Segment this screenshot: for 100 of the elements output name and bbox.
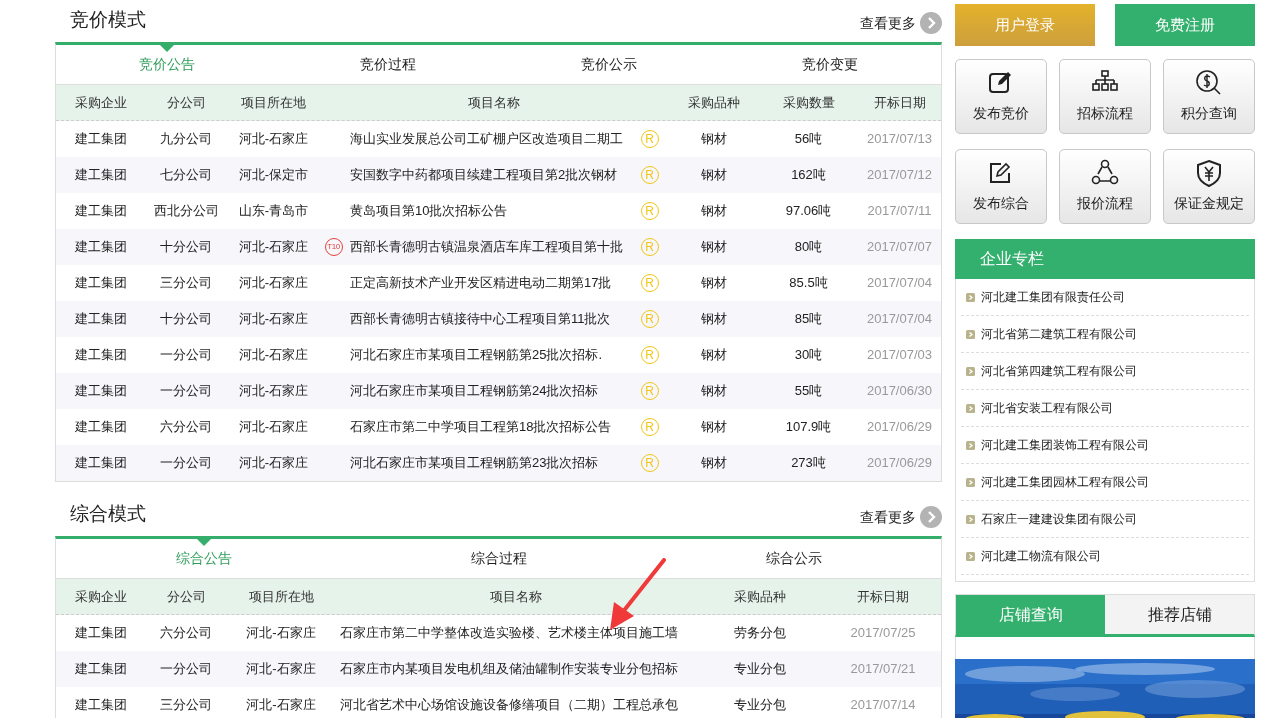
table-cell-text: 85.5吨 xyxy=(788,274,829,293)
table-cell-text: 一分公司 xyxy=(159,454,213,473)
table-cell-text: 30吨 xyxy=(793,346,824,365)
shield-yen-icon xyxy=(1195,159,1223,187)
table-cell-text: 建工集团 xyxy=(74,202,128,221)
bullet-icon xyxy=(966,329,975,339)
table-cell-text: 劳务分包 xyxy=(732,624,787,643)
table-cell-text: 河北-石家庄 xyxy=(237,238,310,257)
table-cell-text: 一分公司 xyxy=(159,382,213,401)
table-cell-text: 钢材 xyxy=(699,346,728,365)
view-more-link[interactable]: 查看更多 xyxy=(860,506,942,528)
table-cell-text: 河北-石家庄 xyxy=(237,418,310,437)
table-cell-text: 河北-石家庄 xyxy=(237,382,310,401)
table-cell-text: 一分公司 xyxy=(159,660,213,679)
project-name-link[interactable]: 安国数字中药都项目续建工程项目第2批次钢材 xyxy=(346,165,633,185)
table-cell-text: 河北-石家庄 xyxy=(237,454,310,473)
table-cell-text: 九分公司 xyxy=(159,130,213,149)
project-name-link[interactable]: 河北石家庄市某项目工程钢筋第23批次招标 xyxy=(346,453,633,473)
column-header: 项目所在地 xyxy=(247,587,315,606)
table-cell-text: 建工集团 xyxy=(74,382,128,401)
project-name-link[interactable]: 海山实业发展总公司工矿棚户区改造项目二期工 xyxy=(346,129,633,149)
project-name-link[interactable]: 黄岛项目第10批次招标公告 xyxy=(346,201,633,221)
tab[interactable]: 竞价变更 xyxy=(719,45,941,84)
project-name-link[interactable]: 西部长青德明古镇温泉酒店车库工程项目第十批 xyxy=(346,237,633,257)
table-cell-text: 56吨 xyxy=(793,130,824,149)
quick-link-tile[interactable]: 发布综合 xyxy=(955,149,1047,224)
tab[interactable]: 综合过程 xyxy=(351,539,646,578)
project-name-link[interactable]: 西部长青德明古镇接待中心工程项目第11批次 xyxy=(346,309,633,329)
table-cell-text: 80吨 xyxy=(793,238,824,257)
table-cell-text: 建工集团 xyxy=(74,454,128,473)
tab[interactable]: 竞价公告 xyxy=(56,45,278,84)
table-cell-text: 钢材 xyxy=(699,310,728,329)
project-name-link[interactable]: 正定高新技术产业开发区精进电动二期第17批 xyxy=(346,273,633,293)
table-cell-text: 2017/07/03 xyxy=(865,346,934,365)
tab[interactable]: 推荐店铺 xyxy=(1105,595,1254,634)
project-name-link[interactable]: 石家庄市内某项目发电机组及储油罐制作安装专业分包招标 xyxy=(336,659,696,679)
tab[interactable]: 竞价公示 xyxy=(498,45,720,84)
table-cell-text: 河北-石家庄 xyxy=(237,310,310,329)
project-name-link[interactable]: 石家庄市第二中学整体改造实验楼、艺术楼主体项目施工墙 xyxy=(336,623,696,643)
table-cell-text: 西北分公司 xyxy=(152,202,220,221)
company-link[interactable]: 石家庄一建建设集团有限公司 xyxy=(961,501,1249,538)
company-link[interactable]: 河北建工物流有限公司 xyxy=(961,538,1249,575)
table-cell-text: 建工集团 xyxy=(74,660,128,679)
view-more-link[interactable]: 查看更多 xyxy=(860,12,942,34)
table-cell-text: 162吨 xyxy=(790,166,827,185)
tab[interactable]: 竞价过程 xyxy=(277,45,499,84)
table-cell-text: 河北-石家庄 xyxy=(245,696,317,715)
table-cell-text: 三分公司 xyxy=(159,696,213,715)
column-header: 采购品种 xyxy=(732,587,787,606)
table-cell-text: 河北-石家庄 xyxy=(245,660,317,679)
quick-link-tile[interactable]: 发布竞价 xyxy=(955,59,1047,134)
quick-link-tile[interactable]: 招标流程 xyxy=(1059,59,1151,134)
table-cell-text: 2017/07/11 xyxy=(866,202,933,221)
quick-link-tile[interactable]: 保证金规定 xyxy=(1163,149,1255,224)
project-name-link[interactable]: 河北石家庄市某项目工程钢筋第25批次招标. xyxy=(346,345,633,365)
tab[interactable]: 综合公示 xyxy=(646,539,941,578)
table-cell-text: 河北-石家庄 xyxy=(237,274,310,293)
dollar-search-icon xyxy=(1195,69,1223,97)
table-cell-text: 2017/07/25 xyxy=(849,624,917,643)
column-header: 分公司 xyxy=(165,93,207,112)
table-cell-text: 河北-石家庄 xyxy=(237,130,310,149)
column-header: 采购企业 xyxy=(74,587,128,606)
table-cell-text: 六分公司 xyxy=(159,624,213,643)
column-header: 项目所在地 xyxy=(240,93,307,112)
section-title: 竞价模式 xyxy=(69,7,146,32)
table-cell-text: 97.06吨 xyxy=(784,202,833,221)
project-name-link[interactable]: 河北石家庄市某项目工程钢筋第24批次招标 xyxy=(346,381,633,401)
table-cell-text: 建工集团 xyxy=(74,310,128,329)
table-cell-text: 2017/07/04 xyxy=(865,310,934,329)
table-cell-text: 专业分包 xyxy=(732,696,787,715)
quick-link-tile[interactable]: 报价流程 xyxy=(1059,149,1151,224)
table-cell-text: 钢材 xyxy=(699,166,728,185)
bullet-icon xyxy=(966,292,975,302)
company-link[interactable]: 河北建工集团有限责任公司 xyxy=(961,279,1249,316)
company-link[interactable]: 河北建工集团园林工程有限公司 xyxy=(961,464,1249,501)
table-cell-text: 十分公司 xyxy=(159,238,213,257)
chevron-right-icon xyxy=(920,12,942,34)
column-header: 分公司 xyxy=(165,587,207,606)
quick-link-tile[interactable]: 积分查询 xyxy=(1163,59,1255,134)
table-cell-text: 河北-石家庄 xyxy=(245,624,317,643)
table-cell-text: 钢材 xyxy=(699,454,728,473)
table-cell-text: 钢材 xyxy=(699,238,728,257)
project-name-link[interactable]: 河北省艺术中心场馆设施设备修缮项目（二期）工程总承包 xyxy=(336,695,696,715)
table-cell-text: 钢材 xyxy=(699,130,728,149)
column-header: 项目名称 xyxy=(489,587,543,606)
table-cell-text: 85吨 xyxy=(793,310,824,329)
table-cell-text: 107.9吨 xyxy=(784,418,833,437)
table-cell-text: 河北-保定市 xyxy=(237,166,310,185)
company-link[interactable]: 河北省第四建筑工程有限公司 xyxy=(961,353,1249,390)
table-cell-text: 建工集团 xyxy=(74,346,128,365)
project-name-link[interactable]: 石家庄市第二中学项目工程第18批次招标公告 xyxy=(346,417,633,437)
tab[interactable]: 综合公告 xyxy=(56,539,351,578)
company-link[interactable]: 河北省第二建筑工程有限公司 xyxy=(961,316,1249,353)
bullet-icon xyxy=(966,403,975,413)
company-link[interactable]: 河北建工集团装饰工程有限公司 xyxy=(961,427,1249,464)
table-cell-text: 273吨 xyxy=(790,454,827,473)
table-cell-text: 建工集团 xyxy=(74,274,128,293)
table-cell-text: 山东-青岛市 xyxy=(237,202,310,221)
company-link[interactable]: 河北省安装工程有限公司 xyxy=(961,390,1249,427)
table-cell-text: 河北-石家庄 xyxy=(237,346,310,365)
